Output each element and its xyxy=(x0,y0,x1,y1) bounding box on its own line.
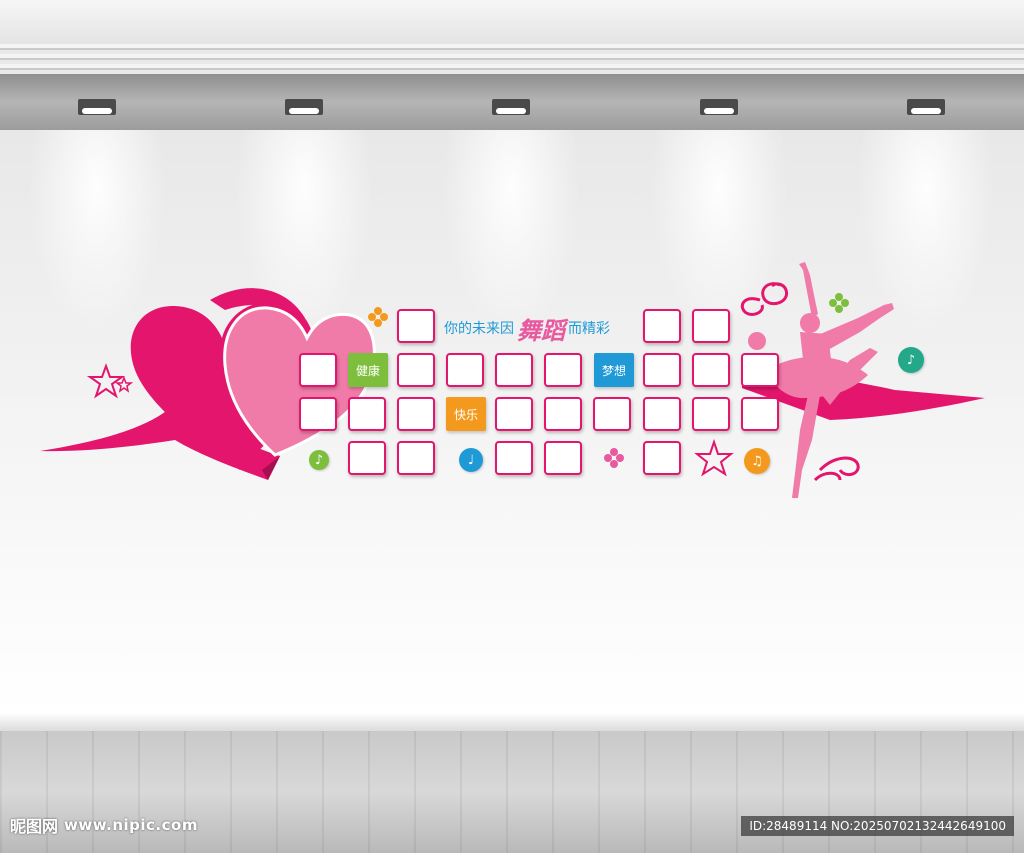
photo-frame xyxy=(495,441,533,475)
slogan-highlight: 舞蹈 xyxy=(517,316,565,345)
photo-frame xyxy=(643,353,681,387)
photo-frame xyxy=(397,353,435,387)
tile-health: 健康 xyxy=(348,353,388,387)
photo-frame xyxy=(446,353,484,387)
photo-frame xyxy=(741,397,779,431)
flourish xyxy=(761,282,789,306)
watermark-url: www.nipic.com xyxy=(64,816,198,834)
slogan-part-3: 而精彩 xyxy=(568,321,610,337)
photo-frame xyxy=(299,353,337,387)
tile-dream: 梦想 xyxy=(594,353,634,387)
baseboard xyxy=(0,713,1024,731)
photo-frame xyxy=(397,397,435,431)
flower-icon xyxy=(604,448,624,468)
photo-frame xyxy=(495,353,533,387)
photo-frame xyxy=(495,397,533,431)
slogan-part-1: 你的未来因 xyxy=(444,321,514,337)
photo-frame xyxy=(397,309,435,343)
tile-happy: 快乐 xyxy=(446,397,486,431)
watermark-brand: 昵图网 www.nipic.com xyxy=(10,814,198,836)
photo-frame xyxy=(397,441,435,475)
photo-frame xyxy=(692,353,730,387)
slogan: 你的未来因 舞蹈 而精彩 xyxy=(444,310,610,346)
photo-frame xyxy=(348,397,386,431)
music-note-icon: ♩ xyxy=(459,448,483,472)
photo-frame xyxy=(544,441,582,475)
photo-frame xyxy=(643,441,681,475)
photo-frame xyxy=(544,353,582,387)
photo-frame xyxy=(593,397,631,431)
photo-frame xyxy=(692,309,730,343)
photo-frame xyxy=(741,353,779,387)
star-icon xyxy=(694,438,734,477)
photo-frame xyxy=(348,441,386,475)
watermark-brand-name: 昵图网 xyxy=(10,817,59,836)
photo-frame xyxy=(692,397,730,431)
photo-frame xyxy=(643,309,681,343)
music-note-icon: ♪ xyxy=(309,450,329,470)
star-icon xyxy=(86,363,126,399)
photo-frame xyxy=(299,397,337,431)
photo-frame xyxy=(544,397,582,431)
photo-frame xyxy=(643,397,681,431)
music-note-icon xyxy=(748,332,766,350)
flourish xyxy=(818,456,860,477)
music-note-icon: ♫ xyxy=(744,448,770,474)
flower-icon xyxy=(829,293,849,313)
watermark-id: ID:28489114 NO:20250702132442649100 xyxy=(741,816,1014,836)
flower-icon xyxy=(368,307,388,327)
music-note-icon: ♪ xyxy=(898,347,924,373)
